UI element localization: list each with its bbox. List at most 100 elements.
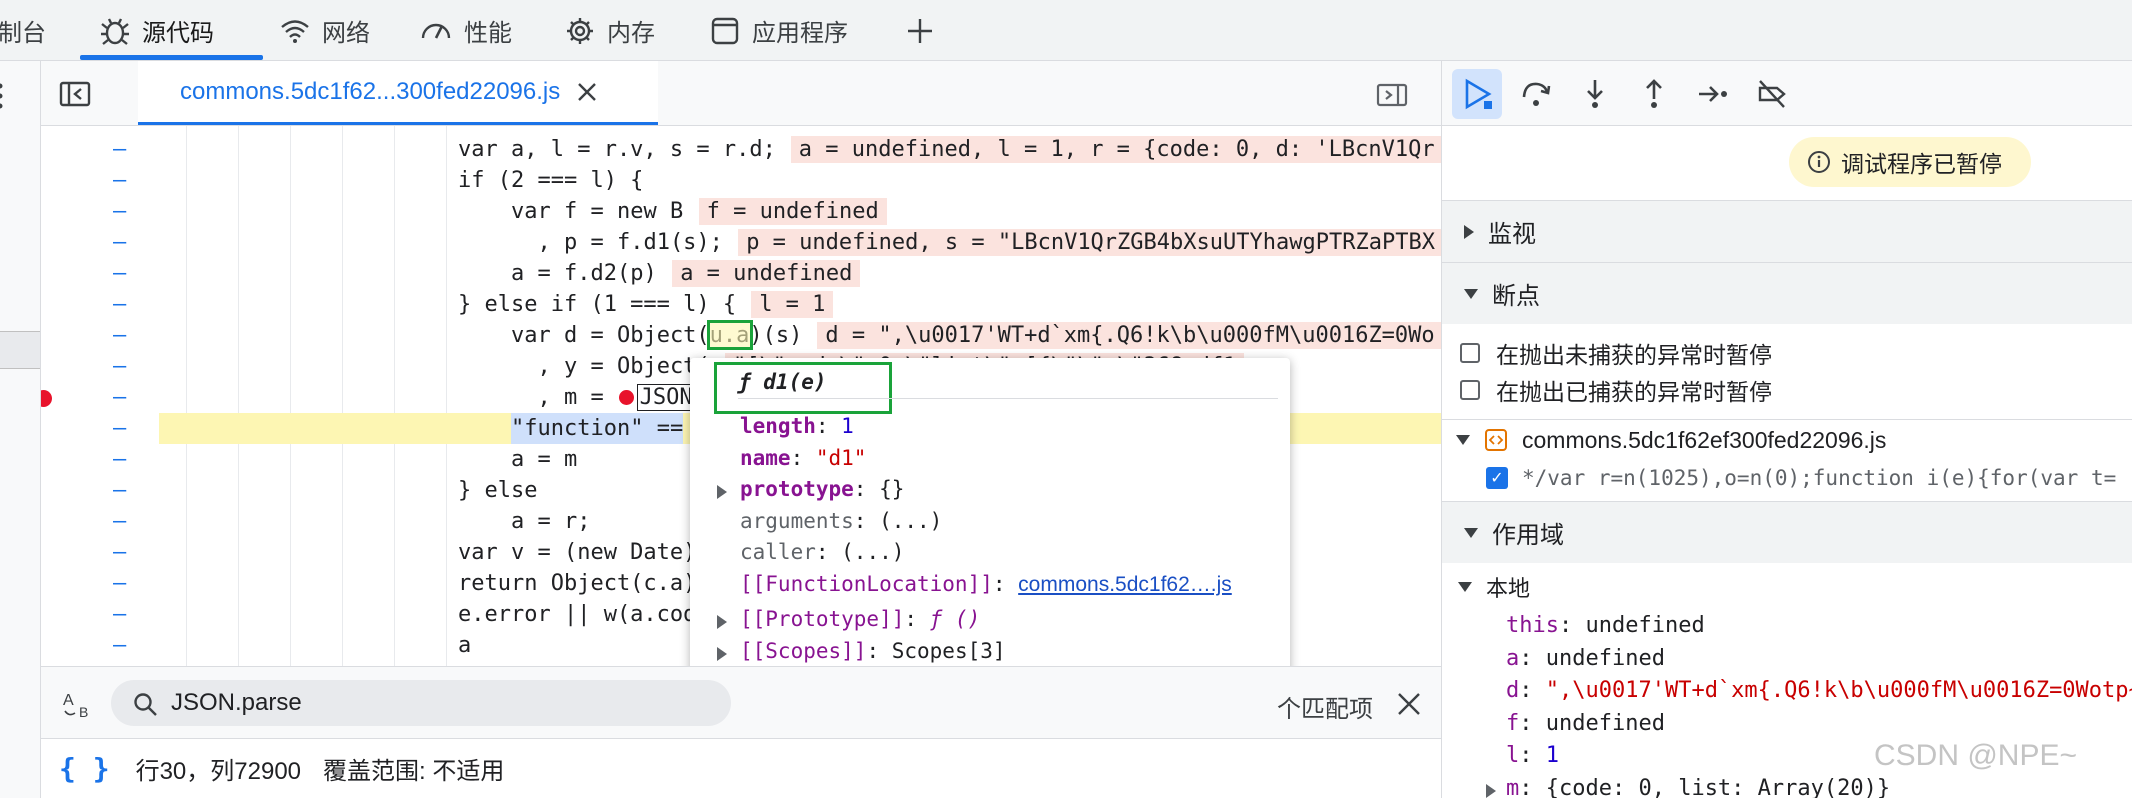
- scope-section-header[interactable]: 作用域: [1442, 501, 2132, 563]
- pretty-print-icon[interactable]: { }: [59, 752, 110, 785]
- code-line[interactable]: – a = f.d2(p) a = undefined: [41, 258, 1441, 289]
- popover-property[interactable]: prototype: {}: [740, 477, 904, 501]
- step-icon: [1699, 86, 1727, 102]
- scope-variable[interactable]: m: {code: 0, list: Array(20)}: [1486, 775, 1891, 798]
- tab-console[interactable]: 制台: [0, 0, 46, 61]
- code-text: var f = new B: [511, 199, 684, 224]
- property-value: (...): [841, 540, 905, 564]
- code-line[interactable]: – if (2 === l) {: [41, 165, 1441, 196]
- line-gutter-marker[interactable]: –: [113, 134, 133, 165]
- line-gutter-marker[interactable]: –: [113, 475, 133, 506]
- editor-file-tab[interactable]: commons.5dc1f62...300fed22096.js: [138, 61, 658, 125]
- breakpoint-entry[interactable]: ✓ */var r=n(1025),o=n(0);function i(e){f…: [1486, 461, 2132, 495]
- step-out-button[interactable]: [1629, 69, 1679, 119]
- hovered-expression-box[interactable]: [707, 320, 753, 350]
- function-location-link[interactable]: commons.5dc1f62….js: [1018, 573, 1232, 596]
- toggle-navigator-icon[interactable]: [59, 81, 91, 107]
- status-bar: { } 行30，列72900 覆盖范围: 不适用: [41, 738, 1441, 798]
- popover-property: length: 1: [740, 414, 854, 438]
- scope-variable[interactable]: f: undefined: [1506, 711, 1665, 736]
- line-gutter-marker[interactable]: –: [113, 630, 133, 661]
- popover-property[interactable]: [[Scopes]]: Scopes[3]: [740, 639, 1006, 663]
- breakpoint-icon[interactable]: [41, 390, 52, 407]
- property-value: ƒ (): [929, 607, 981, 631]
- step-out-icon: [1646, 79, 1662, 108]
- tab-application[interactable]: 应用程序: [710, 0, 848, 61]
- toggle-debugger-icon[interactable]: [1376, 83, 1408, 107]
- tab-network[interactable]: 网络: [280, 0, 370, 61]
- resume-button[interactable]: [1452, 69, 1502, 119]
- line-gutter-marker[interactable]: –: [113, 196, 133, 227]
- line-gutter-marker[interactable]: –: [113, 320, 133, 351]
- line-gutter-marker[interactable]: –: [113, 444, 133, 475]
- variable-separator: :: [1558, 613, 1586, 638]
- inline-value: a = undefined, l = 1, r = {code: 0, d: '…: [790, 136, 1441, 163]
- close-icon[interactable]: [576, 81, 598, 103]
- code-line[interactable]: –} else if (1 === l) {l = 1: [41, 289, 1441, 320]
- scope-variable[interactable]: a: undefined: [1506, 646, 1665, 671]
- breakpoint-checkbox[interactable]: ✓: [1486, 467, 1508, 489]
- line-gutter-marker[interactable]: –: [113, 351, 133, 382]
- inline-breakpoint-icon[interactable]: [618, 390, 634, 405]
- property-value: Scopes[3]: [891, 638, 1006, 663]
- line-gutter-marker[interactable]: –: [113, 382, 133, 413]
- variable-value: ",\u0017'WT+d`xm{.Q6!k\b\u000fM\u0016Z=0…: [1545, 678, 2132, 703]
- step-button[interactable]: [1688, 69, 1738, 119]
- property-separator: :: [904, 607, 930, 631]
- variable-value: 1: [1545, 743, 1559, 768]
- property-key: length: [740, 414, 816, 438]
- line-gutter-marker[interactable]: –: [113, 506, 133, 537]
- tab-performance[interactable]: 性能: [420, 0, 512, 61]
- scope-variable[interactable]: this: undefined: [1506, 613, 1705, 638]
- local-scope-row[interactable]: 本地: [1442, 571, 1530, 603]
- breakpoint-file-row[interactable]: commons.5dc1f62ef300fed22096.js: [1442, 419, 2132, 460]
- navigator-selected-row[interactable]: [0, 331, 40, 369]
- expanded-arrow-icon: [1464, 288, 1478, 299]
- step-over-button[interactable]: [1511, 69, 1561, 119]
- line-gutter-marker[interactable]: –: [113, 227, 133, 258]
- variable-separator: :: [1519, 710, 1546, 736]
- code-line[interactable]: – var f = new B f = undefined: [41, 196, 1441, 227]
- gauge-icon: [421, 23, 451, 39]
- expand-arrow-icon[interactable]: [717, 615, 727, 629]
- line-gutter-marker[interactable]: –: [113, 599, 133, 630]
- variable-value: {code: 0, list: Array(20)}: [1545, 775, 1891, 798]
- deactivate-breakpoints-button[interactable]: [1747, 69, 1797, 119]
- close-search-icon[interactable]: [1396, 691, 1422, 717]
- code-line[interactable]: – var a, l = r.v, s = r.d; a = undefined, …: [41, 134, 1441, 165]
- scope-variable[interactable]: l: 1: [1506, 743, 1559, 768]
- code-line[interactable]: – , p = f.d1(s); p = undefined, s = "LBcn…: [41, 227, 1441, 258]
- checkbox[interactable]: [1460, 343, 1480, 363]
- popover-property: name: "d1": [740, 446, 866, 470]
- checkbox[interactable]: [1460, 380, 1480, 400]
- expand-arrow-icon[interactable]: [717, 485, 727, 499]
- expand-arrow-icon[interactable]: [1486, 783, 1496, 798]
- code-text: } else: [458, 478, 538, 503]
- tab-sources[interactable]: 源代码: [100, 0, 214, 61]
- pause-caught-checkbox[interactable]: 在抛出已捕获的异常时暂停: [1460, 373, 1772, 407]
- step-into-button[interactable]: [1570, 69, 1620, 119]
- line-gutter-marker[interactable]: –: [113, 289, 133, 320]
- pause-uncaught-checkbox[interactable]: 在抛出未捕获的异常时暂停: [1460, 336, 1772, 370]
- variable-value: undefined: [1545, 710, 1665, 736]
- add-tab-button[interactable]: [905, 0, 947, 61]
- more-icon[interactable]: [0, 81, 10, 111]
- watch-section-header[interactable]: 监视: [1442, 200, 2132, 262]
- deactivate-breakpoints-icon: [1758, 80, 1786, 108]
- line-gutter-marker[interactable]: –: [113, 537, 133, 568]
- search-input[interactable]: [111, 680, 731, 726]
- variable-name: a: [1506, 645, 1520, 671]
- tab-memory[interactable]: 内存: [565, 0, 655, 61]
- variable-separator: :: [1519, 743, 1546, 768]
- popover-property[interactable]: [[Prototype]]: ƒ (): [740, 607, 980, 631]
- scope-variable[interactable]: d: ",\u0017'WT+d`xm{.Q6!k\b\u000fM\u0016…: [1506, 678, 2132, 703]
- expand-arrow-icon[interactable]: [717, 646, 727, 661]
- breakpoints-section-header[interactable]: 断点: [1442, 262, 2132, 324]
- line-gutter-marker[interactable]: –: [113, 165, 133, 196]
- match-case-icon[interactable]: AB: [61, 689, 97, 719]
- line-gutter-marker[interactable]: –: [113, 568, 133, 599]
- property-value: "d1": [815, 445, 867, 470]
- line-gutter-marker[interactable]: –: [113, 413, 133, 444]
- line-gutter-marker[interactable]: –: [113, 258, 133, 289]
- code-line[interactable]: – var d = Object(u.a)(s) d = ",\u0017'WT+d…: [41, 320, 1441, 351]
